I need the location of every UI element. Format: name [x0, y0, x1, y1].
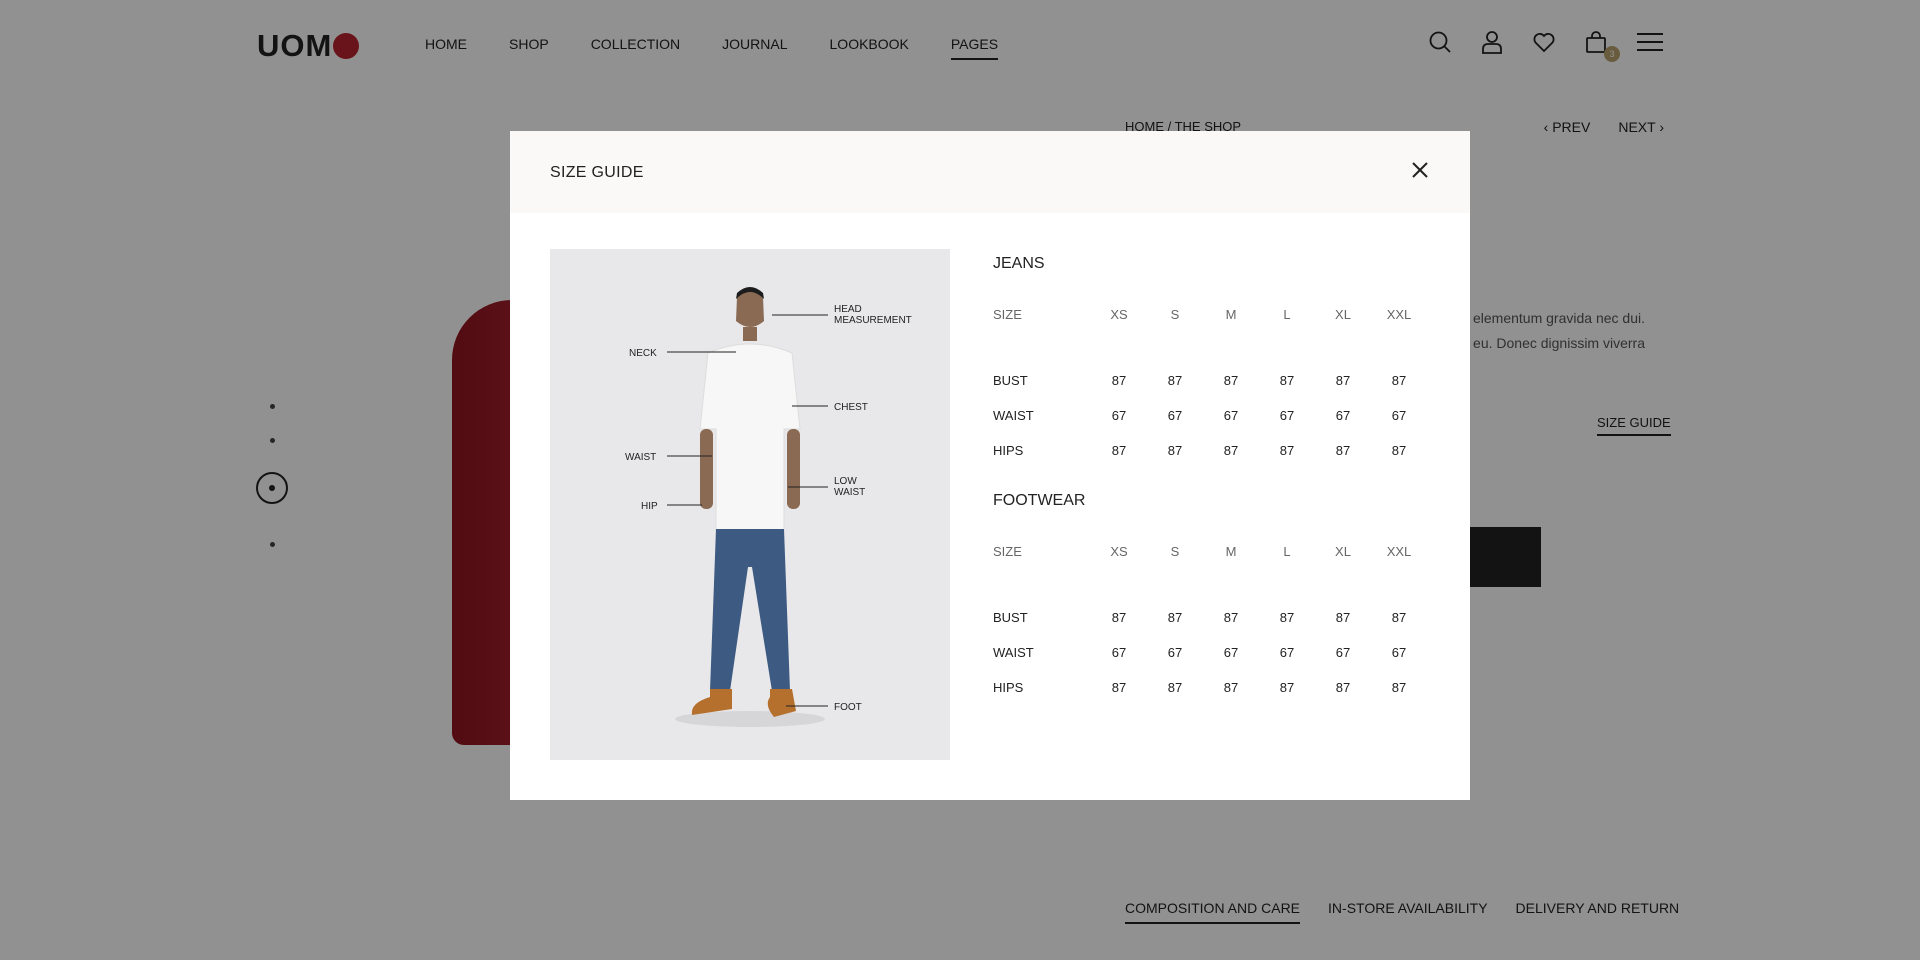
table-cell: 67: [1391, 645, 1407, 660]
size-tables: JEANS SIZE XS S M L XL XXL BUST 87 87 87…: [993, 255, 1433, 705]
table-cell: 87: [1223, 680, 1239, 695]
table-cell: 87: [1391, 443, 1407, 458]
table-header: L: [1283, 544, 1291, 559]
table-cell: 67: [1111, 645, 1127, 660]
label-head-measurement: MEASUREMENT: [834, 315, 912, 326]
table-header: XL: [1335, 544, 1351, 559]
table-row: WAIST 67 67 67 67 67 67: [993, 635, 1427, 670]
table-header: XXL: [1386, 544, 1412, 559]
label-low: LOW: [834, 476, 857, 487]
table-cell: 87: [1111, 610, 1127, 625]
table-cell: 87: [1223, 610, 1239, 625]
modal-title: SIZE GUIDE: [550, 164, 644, 181]
table-row: WAIST 67 67 67 67 67 67: [993, 398, 1427, 433]
footwear-title: FOOTWEAR: [993, 492, 1086, 509]
footwear-table: SIZE XS S M L XL XXL BUST 87 87 87 87 87…: [993, 540, 1427, 705]
size-guide-figure: HEAD MEASUREMENT NECK CHEST WAIST LOW WA…: [550, 249, 950, 760]
table-cell: BUST: [993, 373, 1028, 388]
table-cell: 87: [1167, 610, 1183, 625]
table-cell: 67: [1335, 645, 1351, 660]
table-row: HIPS 87 87 87 87 87 87: [993, 670, 1427, 705]
table-cell: HIPS: [993, 443, 1024, 458]
label-head: HEAD: [834, 304, 862, 315]
table-cell: 87: [1391, 373, 1407, 388]
footwear-block: FOOTWEAR SIZE XS S M L XL XXL BUST 87 87…: [993, 492, 1433, 705]
jeans-table: SIZE XS S M L XL XXL BUST 87 87 87 87 87…: [993, 303, 1427, 468]
table-header: XS: [1110, 307, 1128, 322]
table-cell: 87: [1335, 610, 1351, 625]
table-cell: 87: [1279, 680, 1295, 695]
table-cell: 87: [1335, 373, 1351, 388]
table-cell: 87: [1335, 443, 1351, 458]
table-header: S: [1170, 544, 1180, 559]
table-cell: BUST: [993, 610, 1028, 625]
table-cell: 67: [1223, 645, 1239, 660]
table-cell: 67: [1167, 645, 1183, 660]
table-cell: HIPS: [993, 680, 1024, 695]
table-cell: 87: [1391, 680, 1407, 695]
table-cell: 67: [1167, 408, 1183, 423]
table-cell: 87: [1279, 443, 1295, 458]
label-low-waist: WAIST: [834, 487, 865, 498]
measurement-illustration: HEAD MEASUREMENT NECK CHEST WAIST LOW WA…: [550, 249, 950, 760]
table-cell: 87: [1223, 443, 1239, 458]
table-cell: WAIST: [993, 645, 1034, 660]
jeans-title: JEANS: [993, 255, 1045, 272]
table-cell: 87: [1111, 680, 1127, 695]
table-header: M: [1225, 307, 1237, 322]
table-cell: 87: [1111, 443, 1127, 458]
table-header: XS: [1110, 544, 1128, 559]
table-cell: 67: [1111, 408, 1127, 423]
table-header: XXL: [1386, 307, 1412, 322]
label-foot: FOOT: [834, 702, 862, 713]
table-header: S: [1170, 307, 1180, 322]
table-header: M: [1225, 544, 1237, 559]
table-cell: 67: [1223, 408, 1239, 423]
table-header: SIZE: [993, 544, 1022, 559]
table-cell: 87: [1279, 610, 1295, 625]
table-cell: 67: [1335, 408, 1351, 423]
table-cell: 67: [1279, 408, 1295, 423]
table-row: BUST 87 87 87 87 87 87: [993, 363, 1427, 398]
table-cell: WAIST: [993, 408, 1034, 423]
table-cell: 67: [1279, 645, 1295, 660]
table-row: HIPS 87 87 87 87 87 87: [993, 433, 1427, 468]
label-hip: HIP: [641, 501, 658, 512]
table-header-row: SIZE XS S M L XL XXL: [993, 303, 1427, 363]
table-cell: 87: [1279, 373, 1295, 388]
close-icon[interactable]: [1410, 160, 1430, 180]
jeans-block: JEANS SIZE XS S M L XL XXL BUST 87 87 87…: [993, 255, 1433, 468]
table-header: XL: [1335, 307, 1351, 322]
table-row: BUST 87 87 87 87 87 87: [993, 600, 1427, 635]
table-cell: 87: [1167, 443, 1183, 458]
table-cell: 87: [1335, 680, 1351, 695]
table-cell: 87: [1223, 373, 1239, 388]
table-cell: 87: [1167, 680, 1183, 695]
table-cell: 67: [1391, 408, 1407, 423]
table-cell: 87: [1111, 373, 1127, 388]
label-waist: WAIST: [625, 452, 656, 463]
table-cell: 87: [1391, 610, 1407, 625]
table-cell: 87: [1167, 373, 1183, 388]
label-neck: NECK: [629, 348, 657, 359]
table-header: SIZE: [993, 307, 1022, 322]
size-guide-modal: SIZE GUIDE HEAD MEASUREMENT NECK CHEST W…: [510, 131, 1470, 800]
label-chest: CHEST: [834, 402, 868, 413]
modal-header: SIZE GUIDE: [510, 131, 1470, 213]
table-header: L: [1283, 307, 1291, 322]
table-header-row: SIZE XS S M L XL XXL: [993, 540, 1427, 600]
